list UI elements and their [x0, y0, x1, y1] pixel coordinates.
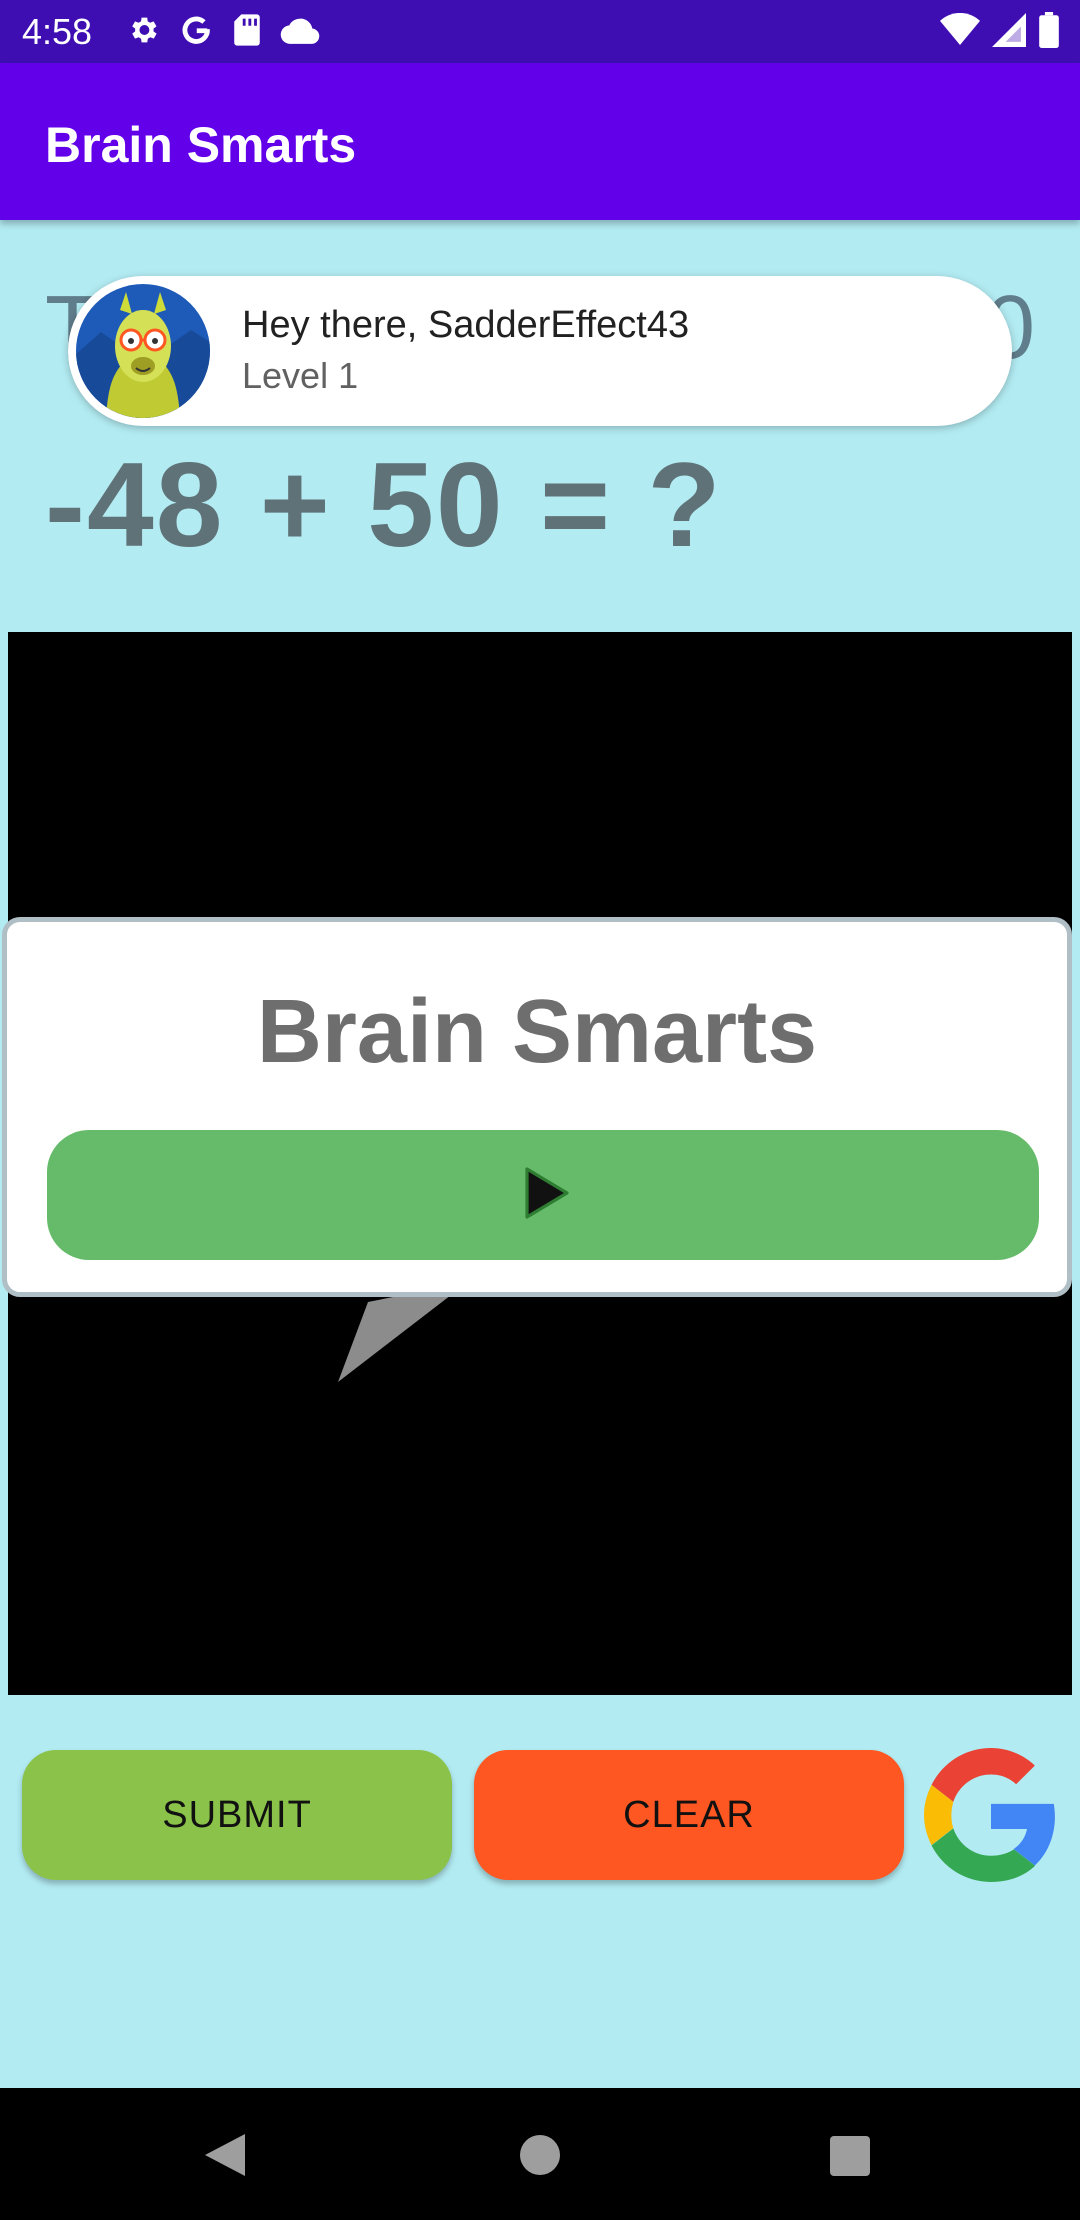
- status-bar: 4:58: [0, 0, 1080, 63]
- start-game-dialog: Brain Smarts: [2, 917, 1072, 1297]
- play-icon: [511, 1161, 575, 1230]
- clear-button[interactable]: CLEAR: [474, 1750, 904, 1880]
- signal-icon: [992, 12, 1026, 52]
- battery-icon: [1038, 11, 1060, 53]
- toast-level: Level 1: [242, 355, 359, 396]
- google-g-icon: [178, 12, 214, 53]
- app-bar: Brain Smarts: [0, 63, 1080, 220]
- player-welcome-toast: Hey there, SadderEffect43 Level 1: [68, 276, 1012, 426]
- home-icon[interactable]: [519, 2134, 561, 2181]
- sd-card-icon: [232, 13, 262, 52]
- status-icons-left: [126, 12, 320, 52]
- play-button[interactable]: [47, 1130, 1039, 1260]
- navigation-bar: [0, 2088, 1080, 2220]
- toast-greeting: Hey there, SadderEffect43: [242, 304, 690, 346]
- status-time: 4:58: [22, 11, 93, 52]
- dialog-title: Brain Smarts: [256, 982, 818, 1082]
- llama-avatar-icon: [76, 284, 210, 418]
- google-sign-in-icon[interactable]: [924, 1748, 1058, 1882]
- wifi-icon: [940, 12, 980, 52]
- gear-icon: [126, 13, 160, 52]
- cloud-icon: [280, 15, 320, 50]
- app-title: Brain Smarts: [45, 117, 357, 173]
- math-question: -48 + 50 = ?: [45, 438, 723, 572]
- back-icon[interactable]: [203, 2132, 247, 2183]
- recents-icon[interactable]: [829, 2135, 871, 2182]
- status-icons-right: [940, 11, 1060, 53]
- submit-button[interactable]: SUBMIT: [22, 1750, 452, 1880]
